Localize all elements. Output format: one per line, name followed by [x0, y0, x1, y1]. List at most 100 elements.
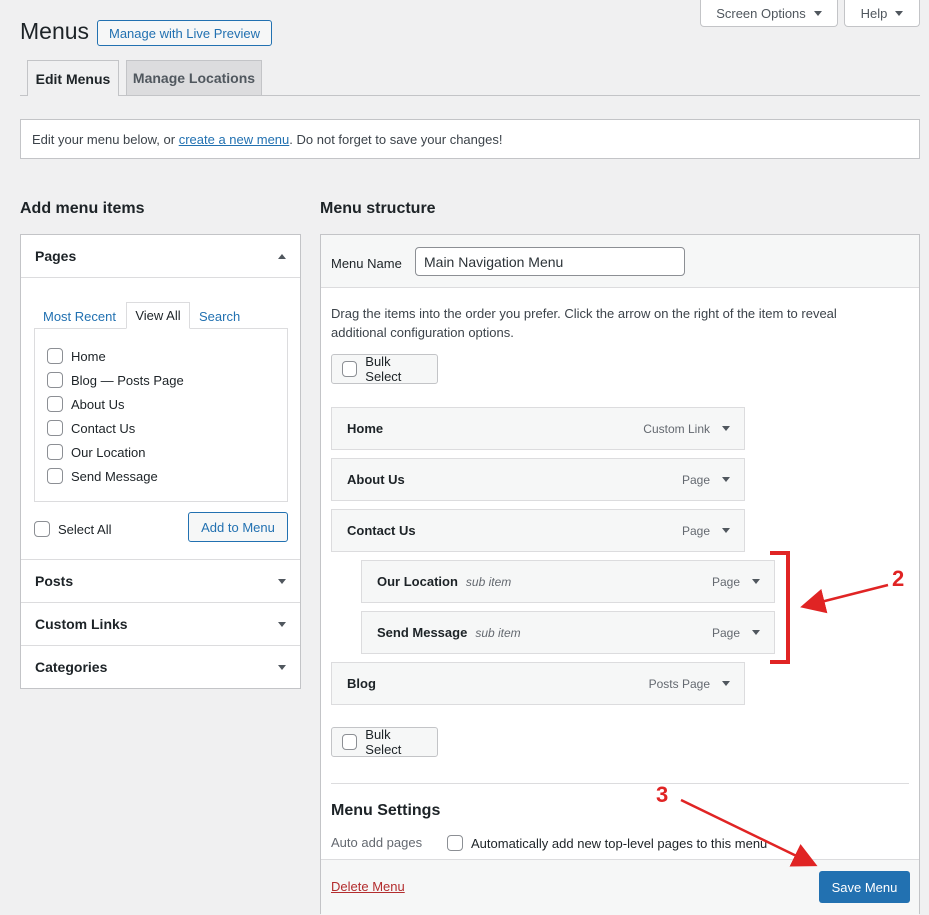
save-menu-button[interactable]: Save Menu — [819, 871, 910, 903]
checkbox[interactable] — [342, 361, 358, 377]
chevron-down-icon[interactable] — [722, 477, 730, 482]
posts-section-header[interactable]: Posts — [21, 559, 300, 602]
annotation-label-3: 3 — [656, 782, 669, 807]
divider — [331, 783, 909, 784]
section-title: Custom Links — [35, 616, 128, 632]
select-all[interactable]: Select All — [34, 521, 111, 537]
menu-item-send-message[interactable]: Send Message sub item Page — [361, 611, 775, 654]
chevron-down-icon[interactable] — [722, 681, 730, 686]
list-item[interactable]: Contact Us — [47, 420, 135, 436]
pages-section-title: Pages — [35, 248, 77, 264]
list-item[interactable]: Blog — Posts Page — [47, 372, 184, 388]
notice-box: Edit your menu below, or create a new me… — [20, 119, 920, 159]
menu-name-bar: Menu Name — [321, 235, 919, 288]
menu-item-subtitle: sub item — [465, 574, 512, 589]
menu-item-type: Custom Link — [643, 421, 710, 436]
checkbox[interactable] — [342, 734, 358, 750]
tab-manage-locations[interactable]: Manage Locations — [126, 60, 262, 95]
pages-section-header[interactable]: Pages — [21, 235, 300, 278]
menu-instructions: Drag the items into the order you prefer… — [331, 306, 837, 340]
bulk-select-label: Bulk Select — [365, 354, 402, 384]
menu-item-our-location[interactable]: Our Location sub item Page — [361, 560, 775, 603]
chevron-down-icon — [813, 10, 822, 16]
chevron-down-icon[interactable] — [722, 528, 730, 533]
bulk-select-button[interactable]: Bulk Select — [331, 727, 438, 757]
checkbox[interactable] — [34, 521, 50, 537]
checkbox[interactable] — [47, 444, 63, 460]
menu-footer: Delete Menu Save Menu — [321, 859, 919, 915]
delete-menu-link[interactable]: Delete Menu — [331, 879, 405, 894]
page-item-label: Our Location — [71, 444, 146, 460]
screen-options-label: Screen Options — [716, 5, 806, 21]
section-title: Posts — [35, 573, 74, 589]
checkbox[interactable] — [47, 348, 63, 364]
page-item-label: Contact Us — [71, 420, 136, 436]
menu-item-title: Contact Us — [347, 523, 416, 538]
select-all-label: Select All — [58, 521, 112, 537]
pages-list: Home Blog — Posts Page About Us Contact … — [34, 328, 288, 502]
menu-item-type: Page — [681, 523, 710, 538]
chevron-down-icon — [278, 664, 286, 670]
bulk-select-button[interactable]: Bulk Select — [331, 354, 438, 384]
menu-item-type: Page — [711, 574, 740, 589]
menu-item-home[interactable]: Home Custom Link — [331, 407, 745, 450]
categories-section-header[interactable]: Categories — [21, 645, 300, 688]
notice-prefix: Edit your menu below, or — [32, 131, 179, 147]
checkbox[interactable] — [47, 468, 63, 484]
menu-settings-heading: Menu Settings — [331, 802, 441, 819]
page-title: Menus — [20, 18, 90, 44]
auto-add-option[interactable]: Automatically add new top-level pages to… — [447, 835, 767, 851]
menu-item-subtitle: sub item — [475, 625, 521, 640]
create-new-menu-link[interactable]: create a new menu — [179, 132, 290, 147]
chevron-down-icon — [278, 578, 286, 584]
auto-add-text: Automatically add new top-level pages to… — [471, 835, 768, 851]
menu-item-title: Send Message — [377, 625, 468, 640]
help-label: Help — [860, 5, 888, 21]
add-items-accordion: Pages Most Recent View All Search Home B… — [20, 234, 301, 689]
menu-structure-heading: Menu structure — [320, 200, 436, 217]
menu-item-type: Page — [681, 472, 710, 487]
chevron-down-icon — [278, 621, 286, 627]
pages-tab-search[interactable]: Search — [199, 309, 240, 324]
checkbox[interactable] — [47, 396, 63, 412]
bulk-select-label: Bulk Select — [365, 727, 402, 757]
menu-item-type: Page — [711, 625, 740, 640]
menu-item-type: Posts Page — [648, 676, 710, 691]
chevron-up-icon — [278, 253, 286, 259]
menu-item-title: Home — [347, 421, 384, 436]
list-item[interactable]: Send Message — [47, 468, 158, 484]
list-item[interactable]: About Us — [47, 396, 124, 412]
chevron-down-icon[interactable] — [722, 426, 730, 431]
tab-edit-menus[interactable]: Edit Menus — [27, 60, 119, 96]
custom-links-section-header[interactable]: Custom Links — [21, 602, 300, 645]
page-item-label: About Us — [71, 396, 125, 412]
chevron-down-icon[interactable] — [752, 579, 760, 584]
add-menu-items-heading: Add menu items — [20, 200, 145, 217]
annotation-label-2: 2 — [892, 566, 905, 591]
page-item-label: Blog — Posts Page — [71, 372, 184, 388]
chevron-down-icon[interactable] — [752, 630, 760, 635]
menu-item-title: About Us — [347, 472, 405, 487]
menu-name-input[interactable] — [415, 247, 685, 276]
menu-item-contact-us[interactable]: Contact Us Page — [331, 509, 745, 552]
list-item[interactable]: Home — [47, 348, 106, 364]
section-title: Categories — [35, 659, 108, 675]
menu-item-title: Blog — [347, 676, 376, 691]
add-to-menu-button[interactable]: Add to Menu — [188, 512, 288, 542]
live-preview-button[interactable]: Manage with Live Preview — [97, 20, 272, 46]
page-item-label: Home — [71, 348, 106, 364]
pages-tab-most-recent[interactable]: Most Recent — [43, 309, 116, 324]
screen-options-button[interactable]: Screen Options — [700, 0, 838, 27]
menu-item-about-us[interactable]: About Us Page — [331, 458, 745, 501]
checkbox[interactable] — [47, 372, 63, 388]
list-item[interactable]: Our Location — [47, 444, 145, 460]
checkbox[interactable] — [47, 420, 63, 436]
notice-suffix: . Do not forget to save your changes! — [289, 131, 503, 147]
pages-tab-view-all[interactable]: View All — [126, 302, 190, 329]
auto-add-label: Auto add pages — [331, 835, 423, 850]
menu-item-blog[interactable]: Blog Posts Page — [331, 662, 745, 705]
checkbox[interactable] — [447, 835, 463, 851]
help-button[interactable]: Help — [844, 0, 920, 27]
page-item-label: Send Message — [71, 468, 158, 484]
menu-name-label: Menu Name — [331, 256, 402, 271]
